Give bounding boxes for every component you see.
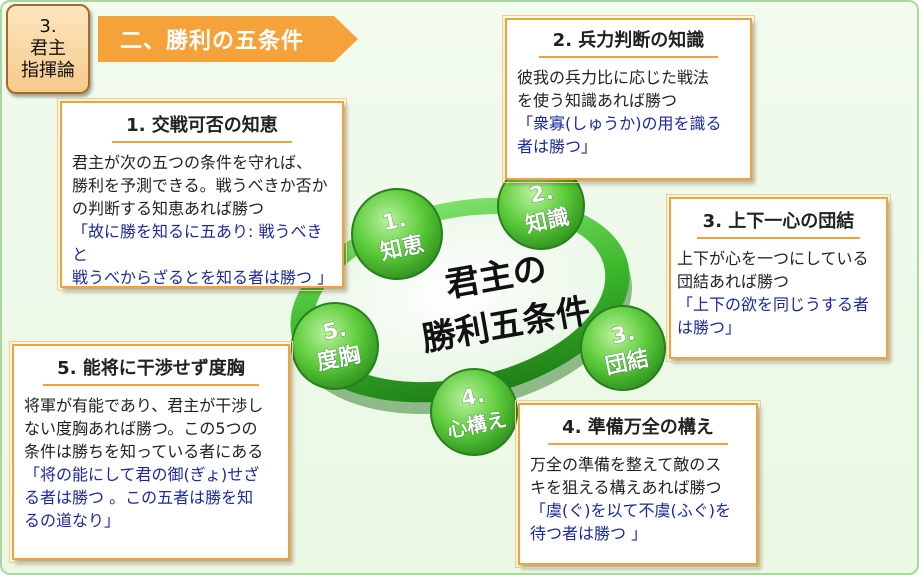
condition-box-4-text-2: キを狙える構えあれば勝つ: [530, 478, 722, 497]
condition-box-5-text-1: 将軍が有能であり、君主が干渉し: [24, 396, 264, 415]
circle-5: 5. 度胸: [291, 302, 379, 390]
condition-box-2-quote-2: 者は勝つ」: [517, 137, 598, 156]
condition-box-1-text-3: の判断する知恵あれば勝つ: [72, 199, 265, 218]
condition-box-2-title: 2. 兵力判断の知識: [538, 28, 719, 58]
condition-box-5-quote-3: るの道なり」: [24, 511, 121, 530]
condition-box-4-title: 4. 準備万全の構え: [548, 415, 728, 445]
condition-box-5: 5. 能将に干渉せず度胸 将軍が有能であり、君主が干渉し ない度胸あれば勝つ。こ…: [9, 341, 293, 563]
condition-box-2: 2. 兵力判断の知識 彼我の兵力比に応じた戦法 を使う知識あれば勝つ 「衆寡(し…: [502, 15, 755, 183]
condition-box-1-quote-1: 「故に勝を知るに五あり: 戦うべきと: [72, 222, 323, 264]
condition-box-2-text-2: を使う知識あれば勝つ: [517, 91, 678, 110]
condition-box-5-quote-1: 「将の能にして君の御(ぎょ)せざ: [24, 465, 260, 484]
condition-box-3-quote-1: 「上下の欲を同じうする者: [677, 295, 870, 314]
condition-box-1-text-2: 勝利を予測できる。戦うべきか否か: [72, 176, 328, 195]
condition-box-4: 4. 準備万全の構え 万全の準備を整えて敵のス キを狙える構えあれば勝つ 「虞(…: [515, 400, 761, 568]
condition-box-2-text-1: 彼我の兵力比に応じた戦法: [517, 68, 710, 87]
condition-box-3-title: 3. 上下一心の団結: [696, 209, 861, 239]
condition-box-5-text-2: ない度胸あれば勝つ。この5つの: [24, 419, 258, 438]
condition-box-4-text-1: 万全の準備を整えて敵のス: [530, 455, 722, 474]
condition-box-5-title: 5. 能将に干渉せず度胸: [43, 356, 259, 386]
circle-4: 4. 心構え: [430, 368, 518, 456]
condition-box-1-text-1: 君主が次の五つの条件を守れば、: [72, 153, 313, 172]
condition-box-3-text-2: 団結あれば勝つ: [677, 272, 790, 291]
condition-box-2-quote-1: 「衆寡(しゅうか)の用を識る: [517, 114, 722, 133]
condition-box-4-quote-2: 待つ者は勝つ 」: [530, 524, 648, 543]
condition-box-5-text-3: 条件は勝ちを知っている者にある: [24, 442, 264, 461]
condition-box-1-quote-2: 戦うべからざるとを知る者は勝つ 」: [72, 268, 334, 287]
circle-3: 3. 団結: [580, 305, 666, 391]
condition-box-1-title: 1. 交戦可否の知恵: [112, 113, 292, 143]
condition-box-1: 1. 交戦可否の知恵 君主が次の五つの条件を守れば、 勝利を予測できる。戦うべき…: [57, 98, 347, 291]
condition-box-4-quote-1: 「虞(ぐ)を以て不虞(ふぐ)を: [530, 501, 731, 520]
condition-box-3: 3. 上下一心の団結 上下が心を一つにしている 団結あれば勝つ 「上下の欲を同じ…: [666, 194, 891, 362]
condition-box-3-text-1: 上下が心を一つにしている: [677, 249, 869, 268]
condition-box-5-quote-2: る者は勝つ 。この五者は勝を知: [24, 488, 254, 507]
condition-box-3-quote-2: は勝つ」: [677, 318, 742, 337]
circle-1: 1. 知恵: [351, 188, 443, 280]
